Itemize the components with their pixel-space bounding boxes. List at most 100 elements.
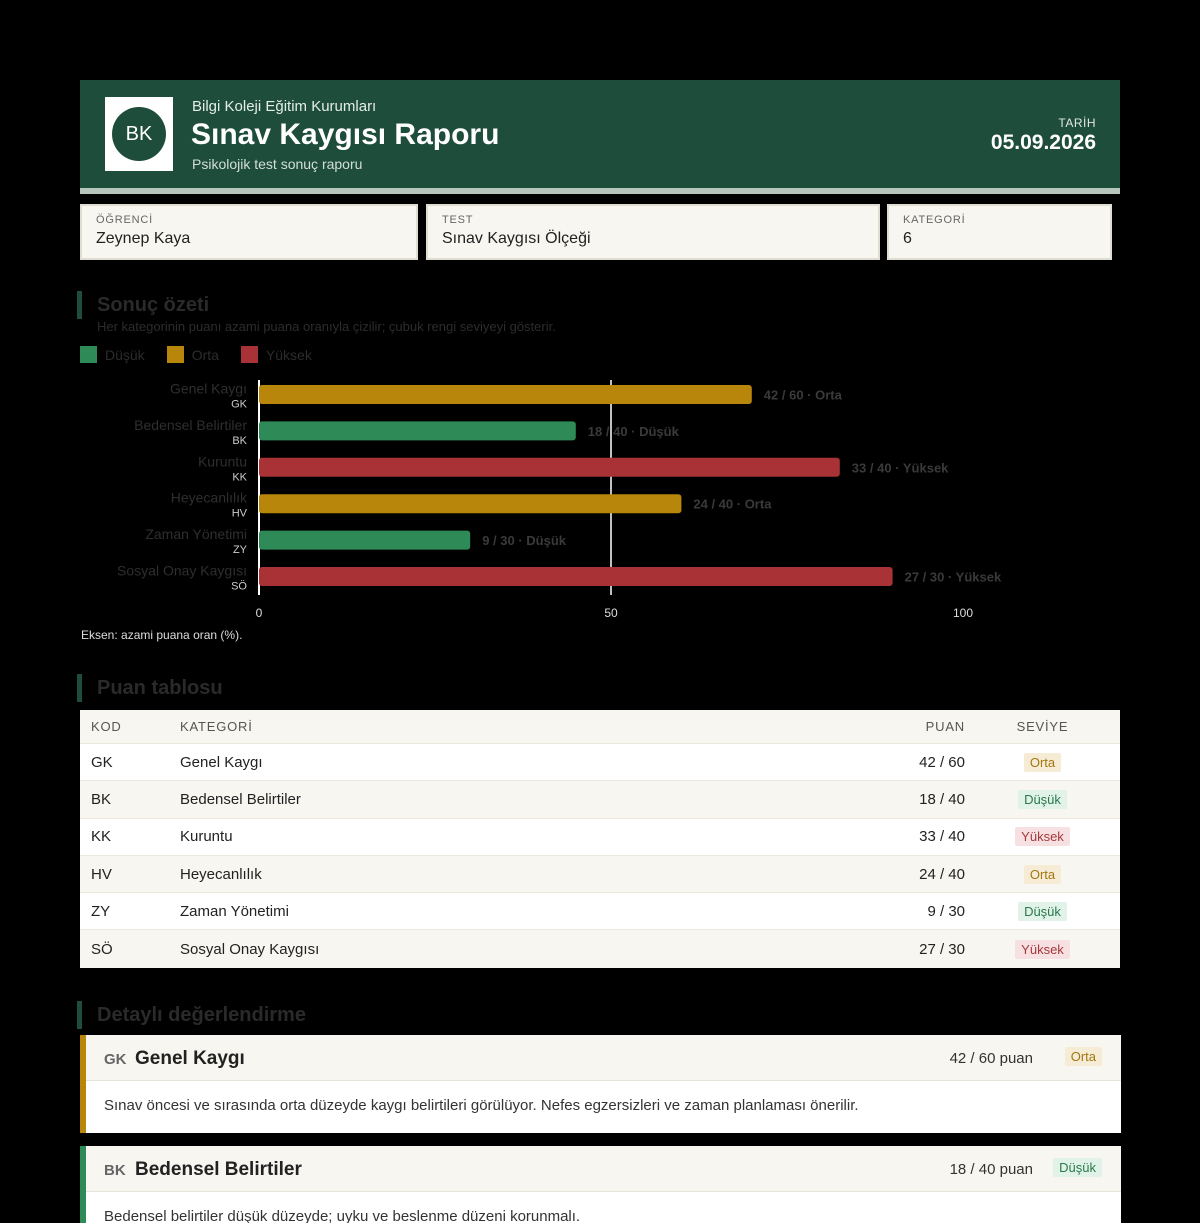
- chart-category-label: Bedensel Belirtiler: [134, 417, 247, 433]
- table-row: ZY Zaman Yönetimi 9 / 30 Düşük: [80, 893, 1120, 931]
- detail-score: 18 / 40 puan: [949, 1161, 1033, 1178]
- cell-score: 24 / 40: [919, 865, 965, 883]
- table-title: Puan tablosu: [77, 674, 223, 702]
- detail-code: GK: [104, 1051, 127, 1068]
- chart-category-label: Kuruntu: [198, 453, 247, 469]
- chart-bar: [259, 494, 682, 514]
- chart-bar: [259, 421, 576, 441]
- detail-card-header: BK Bedensel Belirtiler 18 / 40 puan Düşü…: [86, 1146, 1121, 1192]
- date-label: TARİH: [1058, 116, 1096, 130]
- level-badge: Orta: [1023, 752, 1062, 772]
- details-title: Detaylı değerlendirme: [77, 1001, 306, 1029]
- page-subtitle: Psikolojik test sonuç raporu: [192, 156, 363, 172]
- score-table: KOD KATEGORİ PUAN SEVİYE GK Genel Kaygı …: [80, 710, 1120, 968]
- summary-description: Her kategorinin puanı azami puana oranıy…: [97, 319, 556, 334]
- legend-swatch-high: [240, 346, 258, 363]
- chart-category-label: Heyecanlılık: [171, 490, 248, 506]
- chart-data-label: 27 / 30 · Yüksek: [905, 570, 1002, 585]
- detail-score: 42 / 60 puan: [949, 1050, 1033, 1067]
- chart-category-code: ZY: [233, 544, 248, 556]
- category-info-box: KATEGORİ 6: [887, 204, 1112, 260]
- legend-item-medium: Orta: [166, 346, 219, 363]
- level-badge: Yüksek: [1015, 827, 1070, 847]
- chart-data-label: 33 / 40 · Yüksek: [852, 460, 949, 475]
- detail-code: BK: [104, 1162, 126, 1179]
- chart-bar: [259, 457, 840, 477]
- chart-category-code: KK: [232, 471, 247, 483]
- summary-title: Sonuç özeti: [77, 291, 209, 319]
- col-header-score: PUAN: [925, 719, 965, 734]
- chart-tick-label: 50: [604, 606, 618, 620]
- detail-level-badge: Düşük: [1053, 1158, 1102, 1177]
- cell-code: KK: [91, 828, 112, 846]
- legend-item-low: Düşük: [80, 346, 145, 363]
- detail-name: Genel Kaygı: [135, 1048, 245, 1069]
- legend-swatch-low: [80, 346, 97, 363]
- cell-code: BK: [91, 790, 112, 808]
- detail-text: Bedensel belirtiler düşük düzeyde; uyku …: [104, 1208, 581, 1223]
- cell-category: Genel Kaygı: [180, 753, 263, 771]
- table-row: SÖ Sosyal Onay Kaygısı 27 / 30 Yüksek: [80, 930, 1120, 968]
- table-row: BK Bedensel Belirtiler 18 / 40 Düşük: [80, 781, 1120, 819]
- cell-score: 42 / 60: [919, 753, 965, 771]
- col-header-category: KATEGORİ: [180, 719, 253, 734]
- test-info-box: TEST Sınav Kaygısı Ölçeği: [426, 204, 880, 260]
- chart-data-label: 24 / 40 · Orta: [693, 497, 772, 512]
- cell-code: SÖ: [91, 940, 113, 958]
- chart-data-label: 9 / 30 · Düşük: [482, 533, 567, 548]
- cell-category: Sosyal Onay Kaygısı: [180, 940, 320, 958]
- table-row: HV Heyecanlılık 24 / 40 Orta: [80, 855, 1120, 894]
- cell-score: 9 / 30: [927, 902, 965, 920]
- test-name: Sınav Kaygısı Ölçeği: [442, 230, 591, 247]
- chart-bar: [259, 530, 471, 550]
- student-info-box: ÖĞRENCİ Zeynep Kaya: [80, 204, 418, 260]
- student-label: ÖĞRENCİ: [96, 214, 153, 226]
- table-row: KK Kuruntu 33 / 40 Yüksek: [80, 819, 1120, 856]
- cell-code: ZY: [91, 902, 111, 920]
- table-header-row: KOD KATEGORİ PUAN SEVİYE: [80, 710, 1120, 744]
- category-count: 6: [903, 230, 912, 247]
- chart-category-label: Sosyal Onay Kaygısı: [117, 563, 247, 579]
- organization-name: Bilgi Koleji Eğitim Kurumları: [192, 98, 377, 115]
- axis-note: Eksen: azami puana oran (%).: [81, 628, 243, 642]
- chart-tick-label: 100: [953, 606, 973, 620]
- chart-category-code: BK: [232, 435, 247, 447]
- summary-bar-chart: Genel Kaygı GK 42 / 60 · Orta Bedensel Beli…: [117, 380, 1002, 620]
- chart-category-label: Zaman Yönetimi: [145, 526, 247, 542]
- student-name: Zeynep Kaya: [96, 230, 191, 247]
- legend-swatch-medium: [166, 346, 184, 363]
- school-logo: BK: [105, 97, 173, 171]
- cell-category: Kuruntu: [180, 828, 233, 846]
- col-header-level: SEVİYE: [1016, 719, 1069, 734]
- cell-score: 33 / 40: [919, 828, 965, 846]
- logo-badge: BK: [112, 107, 166, 161]
- chart-category-code: GK: [231, 399, 248, 411]
- detail-card: BK Bedensel Belirtiler 18 / 40 puan Düşü…: [80, 1146, 1121, 1223]
- chart-bar: [259, 567, 893, 586]
- cell-code: GK: [91, 753, 113, 771]
- cell-category: Zaman Yönetimi: [180, 902, 289, 920]
- legend-label-medium: Orta: [191, 346, 219, 363]
- chart-category-code: HV: [232, 508, 248, 520]
- cell-code: HV: [91, 865, 112, 883]
- detail-card-header: GK Genel Kaygı 42 / 60 puan Orta: [86, 1035, 1121, 1081]
- detail-level-badge: Orta: [1064, 1047, 1102, 1066]
- chart-data-label: 18 / 40 · Düşük: [588, 424, 680, 439]
- level-badge: Düşük: [1018, 901, 1067, 921]
- chart-bar: [259, 385, 752, 404]
- level-badge: Düşük: [1018, 789, 1067, 809]
- chart-data-label: 42 / 60 · Orta: [764, 388, 843, 403]
- chart-category-label: Genel Kaygı: [170, 381, 247, 397]
- chart-legend: Düşük Orta Yüksek: [80, 346, 312, 363]
- level-badge: Orta: [1023, 864, 1062, 884]
- detail-name: Bedensel Belirtiler: [135, 1159, 302, 1180]
- level-badge: Yüksek: [1015, 939, 1070, 959]
- legend-item-high: Yüksek: [240, 346, 312, 363]
- table-row: GK Genel Kaygı 42 / 60 Orta: [80, 744, 1120, 782]
- report-header: BK Bilgi Koleji Eğitim Kurumları Sınav K…: [80, 80, 1120, 194]
- report-date: 05.09.2026: [990, 131, 1096, 154]
- detail-text: Sınav öncesi ve sırasında orta düzeyde k…: [104, 1097, 859, 1114]
- test-label: TEST: [442, 214, 474, 226]
- detail-card: GK Genel Kaygı 42 / 60 puan Orta Sınav ö…: [80, 1035, 1121, 1133]
- cell-score: 27 / 30: [919, 940, 965, 958]
